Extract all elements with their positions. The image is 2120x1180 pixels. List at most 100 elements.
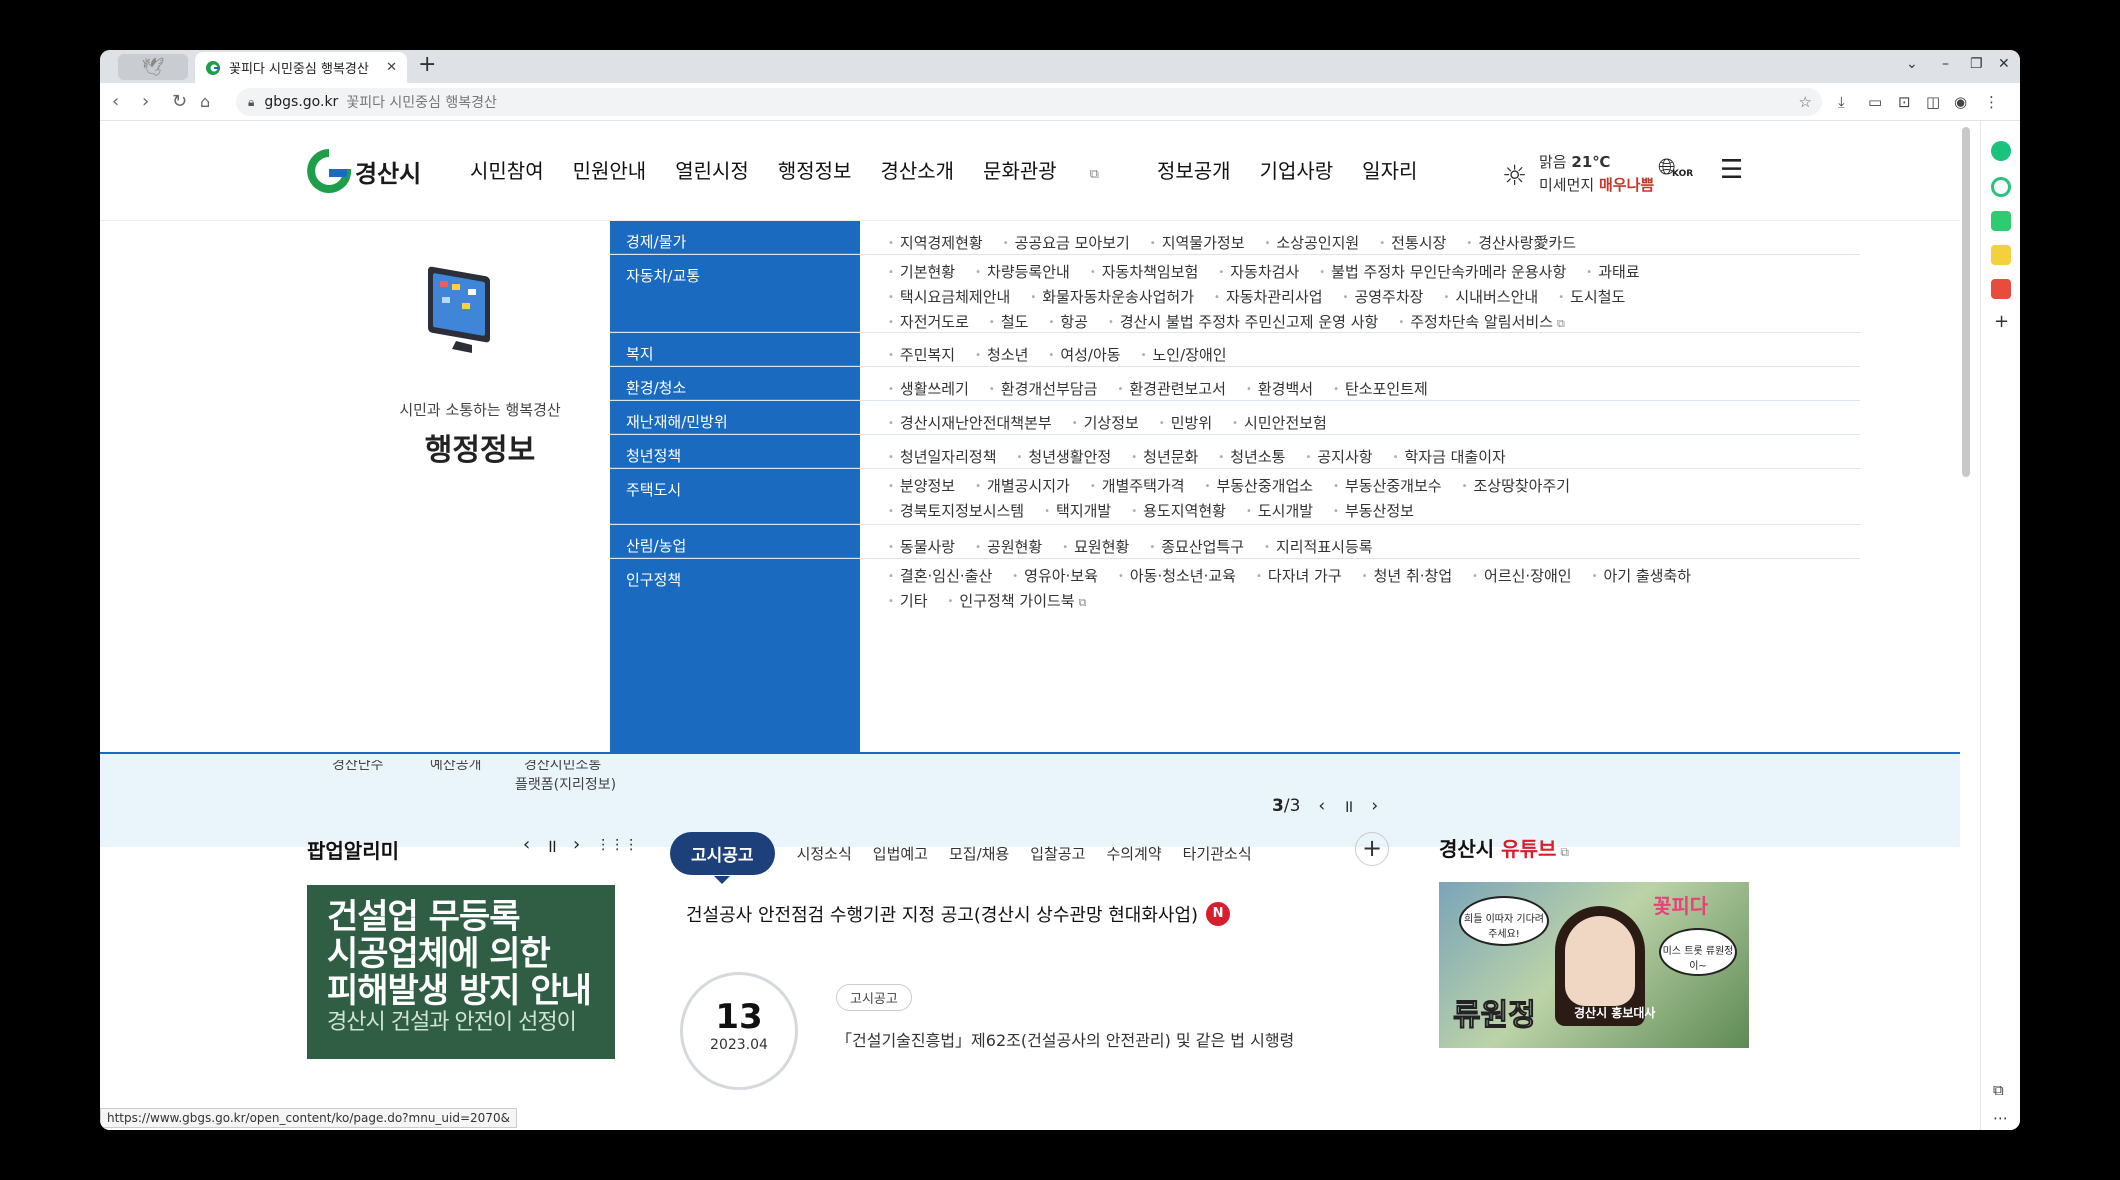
category-economy[interactable]: 경제/물가 — [610, 221, 860, 254]
prev-arrow-icon[interactable]: ‹ — [1318, 796, 1325, 816]
tab-notice-active[interactable]: 고시공고 — [670, 832, 775, 884]
nav-item-business[interactable]: 기업사랑 — [1260, 155, 1334, 184]
menu-link[interactable]: 기본현황 — [888, 261, 955, 286]
nav-item-open-admin[interactable]: 열린시정 — [675, 155, 749, 184]
menu-link[interactable]: 결혼·임신·출산 — [888, 565, 992, 590]
tab-search-icon[interactable]: ⌄ — [1906, 56, 1918, 72]
minimize-button[interactable]: – — [1942, 56, 1949, 72]
menu-link-external[interactable]: 인구정책 가이드북⧉ — [948, 590, 1086, 615]
site-logo[interactable]: 경산시 — [307, 149, 421, 193]
popup-pause-icon[interactable]: ॥ — [546, 834, 557, 858]
new-tab-button[interactable]: + — [418, 52, 436, 77]
forward-icon[interactable]: › — [142, 91, 149, 112]
menu-kebab-icon[interactable]: ⋮ — [1984, 93, 1999, 111]
more-plus-button[interactable]: + — [1355, 832, 1389, 866]
address-bar[interactable]: 🔒︎ gbgs.go.kr 꽃피다 시민중심 행복경산 ☆ — [236, 88, 1822, 116]
category-disaster[interactable]: 재난재해/민방위 — [610, 401, 860, 434]
tab-bid[interactable]: 입찰공고 — [1030, 843, 1085, 864]
category-transport[interactable]: 자동차/교통 — [610, 255, 860, 332]
menu-link[interactable]: 조상땅찾아주기 — [1462, 475, 1570, 500]
menu-link[interactable]: 차량등록안내 — [975, 261, 1070, 286]
youtube-thumbnail[interactable]: 희들 이따자 기다려주세요! 미스 트롯 류원정이~ 꽃피다 류원정 경산시 홍… — [1439, 882, 1749, 1048]
menu-link[interactable]: 택지개발 — [1044, 500, 1111, 525]
nav-item-about[interactable]: 경산소개 — [880, 155, 954, 184]
youtube-heading[interactable]: 경산시 유튜브 ⧉ — [1439, 833, 1569, 862]
bookmark-star-icon[interactable]: ☆ — [1799, 93, 1812, 111]
category-environment[interactable]: 환경/청소 — [610, 367, 860, 400]
nav-item-civil[interactable]: 민원안내 — [573, 155, 647, 184]
menu-link[interactable]: 경북토지정보시스템 — [888, 500, 1024, 525]
sidebar-toggle-icon[interactable]: ◫ — [1926, 93, 1940, 111]
page-scrollbar[interactable] — [1962, 127, 1970, 477]
menu-link[interactable]: 영유아·보육 — [1012, 565, 1098, 590]
menu-link[interactable]: 도시철도 — [1558, 286, 1625, 311]
menu-link[interactable]: 다자녀 가구 — [1256, 565, 1342, 590]
menu-link[interactable]: 과태료 — [1586, 261, 1639, 286]
menu-link[interactable]: 아동·청소년·교육 — [1118, 565, 1236, 590]
tab-news[interactable]: 시정소식 — [797, 843, 852, 864]
profile-icon[interactable]: ◉ — [1954, 93, 1967, 111]
menu-link[interactable]: 자동차책임보험 — [1090, 261, 1199, 286]
menu-link[interactable]: 공영주차장 — [1343, 286, 1423, 311]
menu-link[interactable]: 화물자동차운송사업허가 — [1030, 286, 1194, 311]
nav-item-citizen[interactable]: 시민참여 — [470, 155, 544, 184]
category-forestry[interactable]: 산림/농업 — [610, 525, 860, 558]
category-youth[interactable]: 청년정책 — [610, 435, 860, 468]
menu-link[interactable]: 용도지역현황 — [1131, 500, 1226, 525]
more-icon[interactable]: ⋯ — [1993, 1109, 2008, 1127]
nav-item-disclosure[interactable]: 정보공개 — [1157, 155, 1231, 184]
menu-link[interactable]: 분양정보 — [888, 475, 955, 500]
close-window-button[interactable]: ✕ — [1998, 56, 2010, 72]
nav-item-admin-info[interactable]: 행정정보 — [778, 155, 852, 184]
menu-link[interactable]: 부동산정보 — [1333, 500, 1414, 525]
quick-link-2[interactable]: 예산공개 — [430, 760, 482, 774]
tab-other-agency[interactable]: 타기관소식 — [1183, 843, 1252, 864]
category-housing[interactable]: 주택도시 — [610, 469, 860, 524]
notice-excerpt[interactable]: 「건설기술진흥법」제62조(건설공사의 안전관리) 및 같은 법 시행령 — [836, 1027, 1294, 1051]
menu-link[interactable]: 자동차관리사업 — [1214, 286, 1323, 311]
menu-link[interactable]: 부동산중개업소 — [1205, 475, 1313, 500]
screenshot-icon[interactable]: ⊡ — [1898, 93, 1911, 111]
nav-item-jobs[interactable]: 일자리 — [1362, 155, 1417, 184]
menu-link[interactable]: 택시요금체제안내 — [888, 286, 1010, 311]
home-icon[interactable]: ⌂ — [200, 92, 210, 111]
tab-recruit[interactable]: 모집/채용 — [949, 843, 1009, 864]
menu-link[interactable]: 불법 주정차 무인단속카메라 운용사항 — [1319, 261, 1566, 286]
menu-link[interactable]: 개별공시지가 — [975, 475, 1070, 500]
reload-icon[interactable]: ↻ — [172, 91, 187, 112]
restore-button[interactable]: ❐ — [1970, 56, 1983, 72]
play-icon[interactable] — [1991, 177, 2011, 197]
category-welfare[interactable]: 복지 — [610, 333, 860, 366]
menu-link[interactable]: 부동산중개보수 — [1333, 475, 1442, 500]
tab-legislation[interactable]: 입법예고 — [873, 843, 928, 864]
cast-icon[interactable]: ▭ — [1868, 93, 1882, 111]
menu-link[interactable]: 시내버스안내 — [1443, 286, 1538, 311]
next-arrow-icon[interactable]: › — [1371, 796, 1378, 816]
all-menu-icon[interactable]: ☰ — [1720, 155, 1743, 185]
menu-link[interactable]: 자동차검사 — [1218, 261, 1299, 286]
assistant-icon[interactable] — [1991, 141, 2011, 161]
notice-title-link[interactable]: 건설공사 안전점검 수행기관 지정 공고(경산시 상수관망 현대화사업) N — [686, 901, 1231, 927]
menu-link[interactable]: 어르신·장애인 — [1472, 565, 1572, 590]
pinned-tab[interactable]: 🕊 — [118, 54, 188, 80]
download-icon[interactable]: ⤓ — [1838, 93, 1845, 111]
popup-prev-icon[interactable]: ‹ — [523, 834, 530, 858]
popup-grid-icon[interactable]: ⋮⋮⋮ — [596, 834, 638, 858]
tab-contract[interactable]: 수의계약 — [1106, 843, 1161, 864]
nav-item-culture[interactable]: 문화관광 ⧉ — [983, 155, 1128, 184]
talk-icon[interactable] — [1991, 211, 2011, 231]
memo-icon[interactable] — [1991, 245, 2011, 265]
pause-icon[interactable]: ॥ — [1343, 794, 1353, 817]
menu-link[interactable]: 청년 취·창업 — [1362, 565, 1453, 590]
shopping-icon[interactable] — [1991, 279, 2011, 299]
menu-link[interactable]: 기타 — [888, 590, 928, 615]
popup-banner[interactable]: 건설업 무등록 시공업체에 의한 피해발생 방지 안내 경산시 건설과 안전이 … — [307, 885, 615, 1059]
quick-link-3[interactable]: 경산시민소통 — [524, 760, 601, 774]
menu-link[interactable]: 개별주택가격 — [1090, 475, 1185, 500]
menu-link[interactable]: 아기 출생축하 — [1592, 565, 1692, 590]
add-panel-icon[interactable]: + — [1994, 311, 2009, 332]
open-external-icon[interactable]: ⧉ — [1993, 1081, 2004, 1099]
language-button[interactable]: 🌐︎ KOR — [1658, 155, 1693, 180]
close-tab-icon[interactable]: ✕ — [386, 60, 397, 75]
quick-link-1[interactable]: 경산단수 — [332, 760, 384, 774]
